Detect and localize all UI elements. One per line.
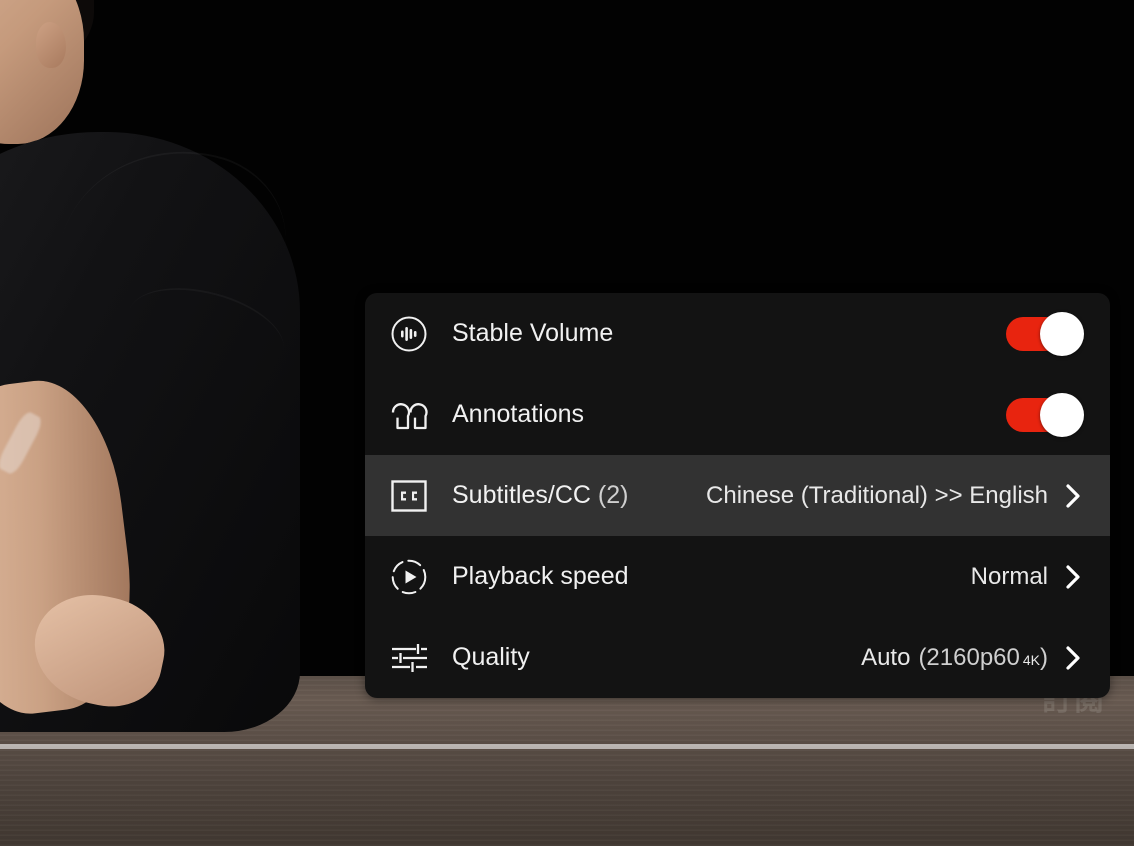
settings-menu-panel[interactable]: Stable Volume Annotations Subtitles/CC (… [365,293,1110,698]
menu-item-subtitles-cc[interactable]: Subtitles/CC (2) Chinese (Traditional) >… [365,455,1110,536]
quality-4k-superscript: 4K [1022,651,1040,668]
annotations-toggle[interactable] [1006,392,1084,437]
menu-label-stable-volume: Stable Volume [452,319,614,347]
playback-speed-icon [387,555,431,599]
subtitles-current-value: Chinese (Traditional) >> English [706,481,1048,509]
player-control-bar[interactable]: CC 4K [0,750,1134,846]
menu-label-quality: Quality [452,643,530,671]
menu-item-quality[interactable]: Quality Auto (2160p60 4K ) [365,617,1110,698]
menu-item-annotations[interactable]: Annotations [365,374,1110,455]
menu-label-playback-speed: Playback speed [452,562,629,590]
quality-sliders-icon [387,636,431,680]
quality-current-value: Auto (2160p60 4K ) [861,644,1048,672]
quality-value-resolution: (2160p60 [918,643,1020,671]
chevron-right-icon [1062,643,1084,673]
youtube-video-player[interactable]: 聲 訂閱 Stable Volume [0,0,1134,846]
toggle-knob [1040,311,1084,356]
annotations-icon [387,393,431,437]
chevron-right-icon [1062,481,1084,511]
progress-loaded [0,744,1134,749]
stable-volume-icon [387,312,431,356]
chevron-right-icon [1062,562,1084,592]
stable-volume-toggle[interactable] [1006,311,1084,356]
menu-label-subtitles-text: Subtitles/CC [452,481,591,509]
menu-label-subtitles-cc: Subtitles/CC (2) [452,481,628,510]
quality-value-close-paren: ) [1040,643,1048,671]
toggle-knob [1040,392,1084,437]
menu-label-annotations: Annotations [452,400,585,428]
playback-speed-current-value: Normal [970,562,1048,590]
subtitles-track-count: (2) [597,481,629,509]
quality-value-auto: Auto [861,643,911,671]
menu-item-playback-speed[interactable]: Playback speed Normal [365,536,1110,617]
person-ear [36,22,66,68]
person-head [0,0,84,144]
closed-captions-icon [387,474,431,518]
menu-item-stable-volume[interactable]: Stable Volume [365,293,1110,374]
progress-bar[interactable] [0,744,1134,749]
